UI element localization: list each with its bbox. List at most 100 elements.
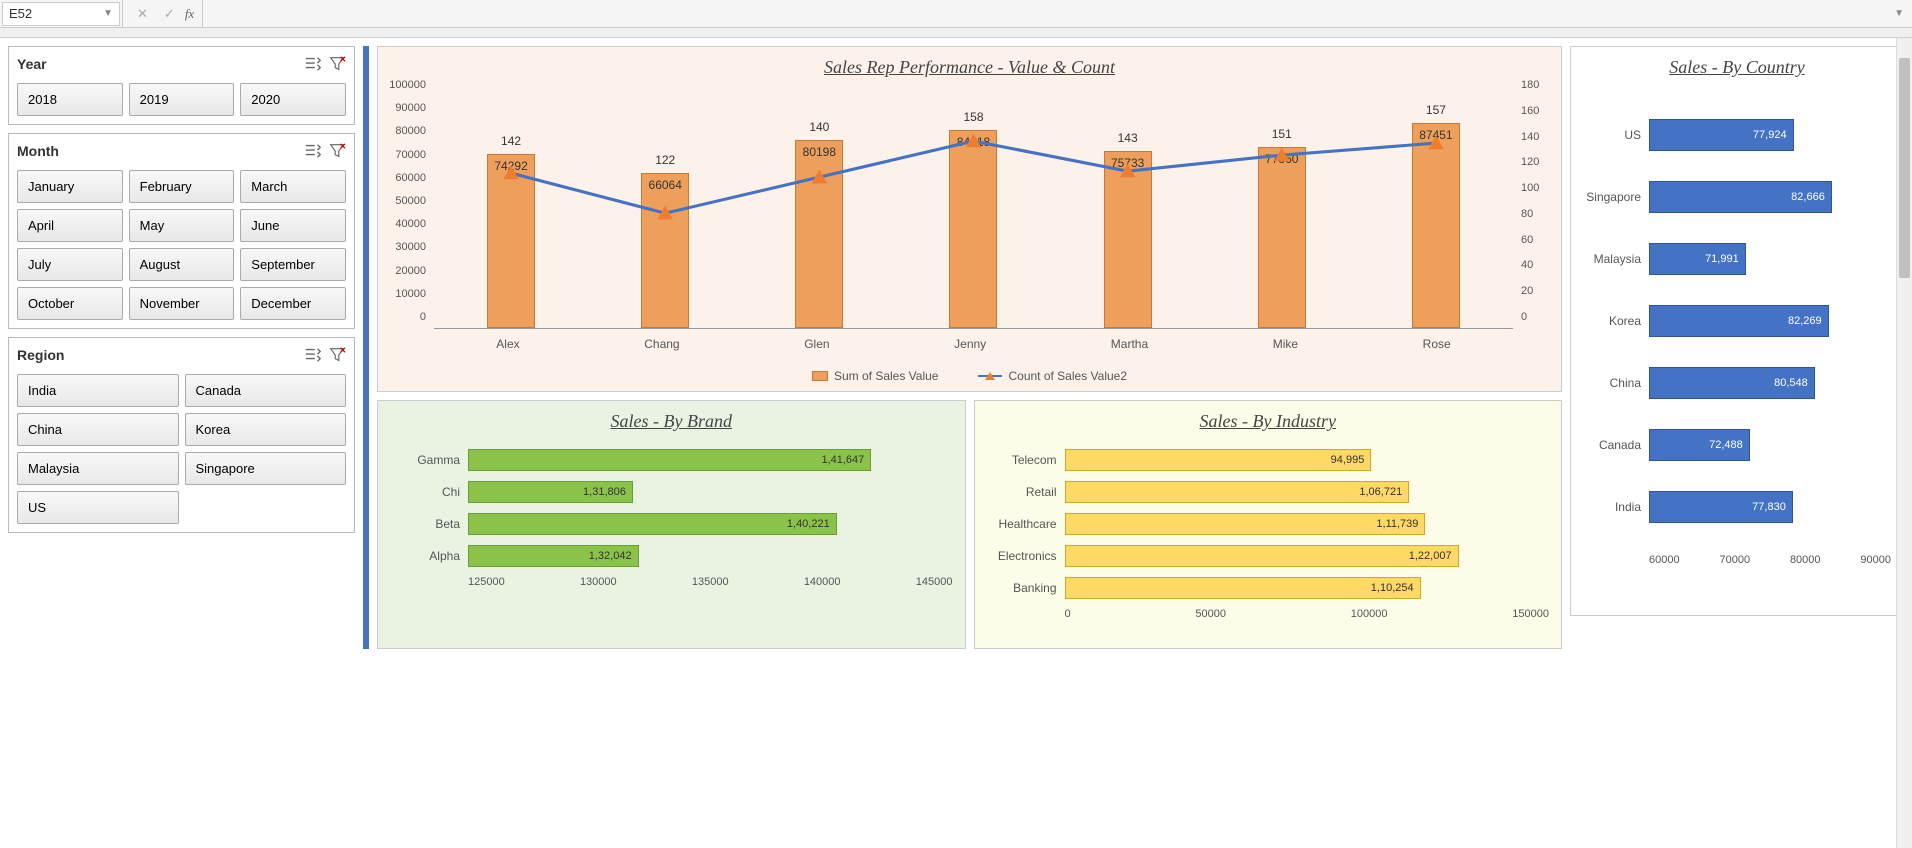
industry-chart-panel[interactable]: Sales - By Industry Telecom94,995Retail1…: [974, 400, 1563, 649]
y-left-tick: 40000: [395, 218, 426, 230]
y-left-tick: 0: [420, 311, 426, 323]
y-right-tick: 60: [1521, 234, 1533, 246]
multiselect-icon[interactable]: [304, 55, 322, 73]
month-btn-august[interactable]: August: [129, 248, 235, 281]
combo-chart-panel[interactable]: Sales Rep Performance - Value & Count 01…: [377, 46, 1562, 392]
month-btn-november[interactable]: November: [129, 287, 235, 320]
month-btn-december[interactable]: December: [240, 287, 346, 320]
slicer-year-title: Year: [17, 56, 47, 72]
y-right-tick: 120: [1521, 156, 1539, 168]
line-value-label: 140: [809, 120, 829, 134]
month-btn-june[interactable]: June: [240, 209, 346, 242]
region-btn-canada[interactable]: Canada: [185, 374, 347, 407]
name-box-value: E52: [9, 6, 32, 21]
y-right-tick: 100: [1521, 182, 1539, 194]
bar-value-label: 84618: [950, 135, 996, 149]
clear-filter-icon[interactable]: [328, 142, 346, 160]
accept-icon[interactable]: ✓: [158, 6, 181, 22]
country-chart-panel[interactable]: Sales - By Country US77,924Singapore82,6…: [1570, 46, 1904, 616]
cancel-icon[interactable]: ✕: [131, 6, 154, 22]
month-btn-january[interactable]: January: [17, 170, 123, 203]
country-label: China: [1583, 376, 1649, 390]
month-btn-july[interactable]: July: [17, 248, 123, 281]
bar-value-label: 75733: [1105, 156, 1151, 170]
hbar-label: Telecom: [987, 453, 1065, 467]
hbar-retail: 1,06,721: [1065, 481, 1410, 503]
country-bar-canada: 72,488: [1649, 429, 1750, 461]
y-left-tick: 30000: [395, 241, 426, 253]
multiselect-icon[interactable]: [304, 142, 322, 160]
name-box-dropdown-icon[interactable]: ▼: [103, 8, 113, 19]
workspace: Year 201820192020 Month JanuaryFebruaryM…: [0, 38, 1912, 657]
region-btn-us[interactable]: US: [17, 491, 179, 524]
year-btn-2018[interactable]: 2018: [17, 83, 123, 116]
formula-input[interactable]: [203, 2, 1886, 26]
fx-controls: ✕ ✓ fx: [122, 0, 203, 27]
name-box[interactable]: E52 ▼: [2, 2, 120, 26]
month-btn-february[interactable]: February: [129, 170, 235, 203]
year-btn-2020[interactable]: 2020: [240, 83, 346, 116]
formula-expand-icon[interactable]: ▼: [1886, 8, 1912, 19]
month-btn-october[interactable]: October: [17, 287, 123, 320]
y-left-tick: 60000: [395, 172, 426, 184]
x-tick: 0: [1065, 608, 1071, 620]
region-btn-korea[interactable]: Korea: [185, 413, 347, 446]
bar-value-label: 74292: [488, 159, 534, 173]
brand-chart-title: Sales - By Brand: [378, 401, 965, 438]
year-btn-2019[interactable]: 2019: [129, 83, 235, 116]
hbar-electronics: 1,22,007: [1065, 545, 1459, 567]
x-tick: 60000: [1649, 554, 1680, 566]
hbar-label: Retail: [987, 485, 1065, 499]
country-bar-singapore: 82,666: [1649, 181, 1832, 213]
brand-chart-panel[interactable]: Sales - By Brand Gamma1,41,647Chi1,31,80…: [377, 400, 966, 649]
bar-value-label: 66064: [642, 178, 688, 192]
combo-bar-jenny: 84618: [949, 130, 997, 328]
slicer-month: Month JanuaryFebruaryMarchAprilMayJuneJu…: [8, 133, 355, 329]
scrollbar-thumb[interactable]: [1899, 58, 1910, 278]
x-tick: 125000: [468, 576, 505, 588]
country-bar-china: 80,548: [1649, 367, 1815, 399]
y-left-tick: 50000: [395, 195, 426, 207]
hbar-alpha: 1,32,042: [468, 545, 639, 567]
y-left-tick: 90000: [395, 102, 426, 114]
y-right-tick: 180: [1521, 79, 1539, 91]
hbar-label: Banking: [987, 581, 1065, 595]
combo-bar-rose: 87451: [1412, 123, 1460, 328]
vertical-divider: [363, 46, 369, 649]
y-right-tick: 20: [1521, 285, 1533, 297]
hbar-gamma: 1,41,647: [468, 449, 871, 471]
hbar-banking: 1,10,254: [1065, 577, 1421, 599]
y-left-tick: 10000: [395, 288, 426, 300]
x-label: Jenny: [954, 337, 986, 351]
country-label: Singapore: [1583, 190, 1649, 204]
month-btn-april[interactable]: April: [17, 209, 123, 242]
clear-filter-icon[interactable]: [328, 346, 346, 364]
fx-icon[interactable]: fx: [185, 6, 194, 22]
vertical-scrollbar[interactable]: [1896, 38, 1912, 848]
country-label: India: [1583, 500, 1649, 514]
region-btn-singapore[interactable]: Singapore: [185, 452, 347, 485]
x-tick: 145000: [916, 576, 953, 588]
y-left-tick: 80000: [395, 125, 426, 137]
country-bar-us: 77,924: [1649, 119, 1794, 151]
combo-bar-mike: 77360: [1258, 147, 1306, 328]
month-btn-may[interactable]: May: [129, 209, 235, 242]
x-label: Alex: [496, 337, 519, 351]
hbar-beta: 1,40,221: [468, 513, 837, 535]
month-btn-september[interactable]: September: [240, 248, 346, 281]
slicer-year: Year 201820192020: [8, 46, 355, 125]
region-btn-china[interactable]: China: [17, 413, 179, 446]
country-label: Malaysia: [1583, 252, 1649, 266]
hbar-healthcare: 1,11,739: [1065, 513, 1426, 535]
hbar-label: Gamma: [390, 453, 468, 467]
region-btn-malaysia[interactable]: Malaysia: [17, 452, 179, 485]
country-bar-korea: 82,269: [1649, 305, 1829, 337]
y-left-tick: 20000: [395, 265, 426, 277]
chart-area: Sales Rep Performance - Value & Count 01…: [377, 46, 1904, 649]
clear-filter-icon[interactable]: [328, 55, 346, 73]
region-btn-india[interactable]: India: [17, 374, 179, 407]
x-tick: 80000: [1790, 554, 1821, 566]
month-btn-march[interactable]: March: [240, 170, 346, 203]
multiselect-icon[interactable]: [304, 346, 322, 364]
hbar-label: Electronics: [987, 549, 1065, 563]
